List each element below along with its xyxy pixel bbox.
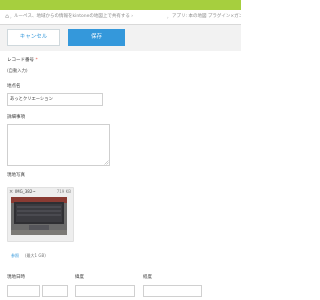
tab-bar: ⌂ › ルーペス、地域からの情報をkintoneの地図上で共有する › › アプ… (0, 10, 241, 25)
longitude-input[interactable] (143, 285, 202, 297)
longitude-label: 経度 (143, 275, 152, 280)
max-size-note: (最大1 GB) (25, 253, 46, 258)
record-number-label: レコード番号 * (7, 58, 38, 64)
save-button[interactable]: 保存 (68, 29, 125, 46)
app-header-band (0, 0, 241, 10)
breadcrumb-separator-icon: › (10, 15, 12, 20)
location-name-input[interactable]: あっとクリエーション (7, 93, 103, 106)
tab-space[interactable]: ルーペス、地域からの情報をkintoneの地図上で共有する › (14, 10, 164, 24)
record-number-label-text: レコード番号 (7, 58, 34, 63)
breadcrumb-separator-icon: › (167, 15, 169, 20)
attachment-thumbnail[interactable] (11, 197, 67, 235)
latitude-input[interactable] (75, 285, 135, 297)
detail-textarea[interactable] (7, 124, 110, 166)
time-input[interactable] (42, 285, 68, 297)
resize-grip-icon[interactable] (104, 160, 109, 165)
record-number-value: (自動入力) (7, 69, 28, 74)
tab-app[interactable]: アプリ: 本の地図 プラグイン×ガンツン (172, 10, 241, 24)
detail-label: 詳細事項 (7, 115, 25, 120)
latitude-label: 緯度 (75, 275, 84, 280)
cancel-button[interactable]: キャンセル (7, 29, 60, 46)
site-datetime-label: 現地日時 (7, 275, 25, 280)
attachment-size: 719 KB (56, 189, 71, 194)
required-mark: * (35, 58, 38, 63)
attachment-filename[interactable]: IMG_382~ (15, 189, 45, 195)
site-photo-label: 現地写真 (7, 173, 25, 178)
browse-link[interactable]: 参照 (11, 253, 19, 259)
date-input[interactable] (7, 285, 40, 297)
location-name-label: 地点名 (7, 84, 21, 89)
